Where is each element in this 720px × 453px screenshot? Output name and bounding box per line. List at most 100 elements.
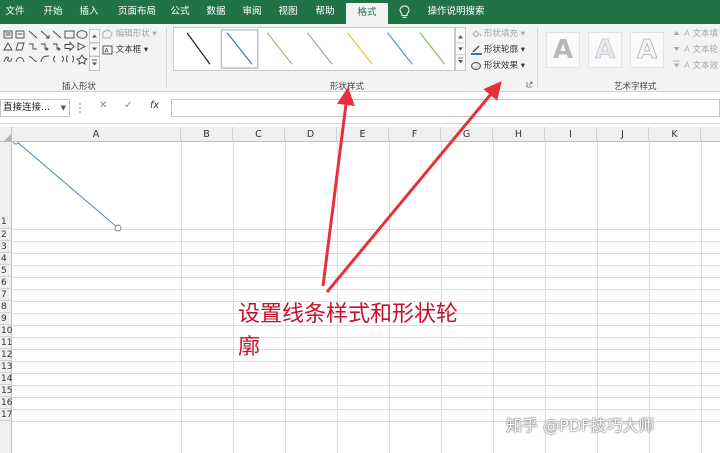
- row-header-3[interactable]: 3: [0, 241, 12, 253]
- row-header-6[interactable]: 6: [0, 277, 12, 289]
- enter-icon[interactable]: ✓: [124, 100, 132, 111]
- text-box-icon: A: [102, 45, 113, 54]
- column-header-overflow[interactable]: [701, 127, 720, 142]
- chevron-down-icon[interactable]: ▼: [61, 100, 66, 116]
- line-style-green: [419, 32, 446, 65]
- column-header-c[interactable]: C: [233, 127, 285, 142]
- paint-bucket-icon: [472, 29, 482, 38]
- connector-line-shape: [16, 142, 119, 229]
- row-header-7[interactable]: 7: [0, 289, 12, 301]
- tab-review[interactable]: 审阅: [236, 0, 268, 24]
- line-style-gallery[interactable]: [173, 27, 455, 71]
- column-header-g[interactable]: G: [441, 127, 493, 142]
- wordart-group-label: 艺术字样式: [614, 82, 657, 92]
- insert-function-button[interactable]: fx: [150, 100, 159, 111]
- tab-page-layout[interactable]: 页面布局: [112, 0, 162, 24]
- row-header-16[interactable]: 16: [0, 397, 12, 409]
- column-header-f[interactable]: F: [389, 127, 441, 142]
- column-header-a[interactable]: A: [12, 127, 181, 142]
- tab-view[interactable]: 视图: [272, 0, 304, 24]
- row-header-10[interactable]: 10: [0, 325, 12, 337]
- annotation-text: 设置线条样式和形状轮 廓: [238, 298, 528, 364]
- line-style-black: [186, 32, 211, 65]
- gallery-scroll-buttons[interactable]: [455, 27, 466, 71]
- ribbon-tab-bar: 文件 开始 插入 页面布局 公式 数据 审阅 视图 帮助 格式 操作说明搜索: [0, 0, 720, 24]
- insert-shapes-group-label: 插入形状: [62, 82, 97, 92]
- row-header-9[interactable]: 9: [0, 313, 12, 325]
- group-divider: [537, 28, 538, 88]
- wordart-style-outline[interactable]: A: [588, 32, 622, 68]
- row-header-1[interactable]: 1: [0, 142, 12, 229]
- row-header-17[interactable]: 17: [0, 409, 12, 421]
- edit-shape-icon: [102, 28, 113, 38]
- name-box-value: 直接连接...: [3, 102, 51, 113]
- row-header-15[interactable]: 15: [0, 385, 12, 397]
- formula-bar: 直接连接... ▼ ✕ ✓ fx: [0, 92, 720, 124]
- select-all-triangle-icon: [4, 134, 11, 141]
- shapes-gallery[interactable]: [2, 28, 100, 76]
- tab-formulas[interactable]: 公式: [164, 0, 196, 24]
- shape-fill-label: 形状填充: [484, 29, 519, 39]
- tab-file[interactable]: 文件: [0, 0, 30, 24]
- column-header-i[interactable]: I: [545, 127, 597, 142]
- column-header-j[interactable]: J: [597, 127, 649, 142]
- wordart-style-gray[interactable]: A: [546, 32, 580, 68]
- tab-data[interactable]: 数据: [200, 0, 232, 24]
- row-header-12[interactable]: 12: [0, 349, 12, 361]
- tab-home[interactable]: 开始: [36, 0, 70, 24]
- pen-outline-icon: [471, 45, 482, 55]
- worksheet-grid: A B C D E F G H I J K 1 2 3 4 5 6 7 8 9 …: [0, 124, 720, 453]
- column-header-h[interactable]: H: [493, 127, 545, 142]
- line-style-gray: [306, 32, 333, 65]
- drag-handle-icon[interactable]: [78, 101, 82, 115]
- tab-format[interactable]: 格式: [346, 3, 388, 24]
- row-header-2[interactable]: 2: [0, 229, 12, 241]
- tab-help[interactable]: 帮助: [308, 0, 342, 24]
- shape-outline-button[interactable]: 形状轮廓 ▾: [471, 43, 525, 57]
- name-box[interactable]: 直接连接... ▼: [0, 99, 70, 117]
- shape-effects-icon: [471, 61, 481, 70]
- edit-shape-label: 编辑形状: [115, 29, 150, 39]
- cancel-icon[interactable]: ✕: [99, 100, 107, 111]
- dialog-launcher-icon[interactable]: [526, 81, 533, 88]
- row-header-4[interactable]: 4: [0, 253, 12, 265]
- text-effects-label: 文本效: [692, 61, 719, 71]
- shape-effects-button[interactable]: 形状效果 ▾: [471, 59, 525, 73]
- text-fill-label: 文本填: [692, 29, 719, 39]
- row-header-8[interactable]: 8: [0, 301, 12, 313]
- line-style-gold: [346, 32, 373, 65]
- row-header-14[interactable]: 14: [0, 373, 12, 385]
- text-outline-label: 文本轮: [692, 45, 719, 55]
- shape-effects-label: 形状效果: [484, 61, 519, 71]
- shape-outline-label: 形状轮廓: [484, 45, 519, 55]
- text-effects-button[interactable]: A 文本效: [684, 59, 718, 73]
- watermark: 知乎 @PDF技巧大师: [506, 416, 655, 435]
- column-header-b[interactable]: B: [181, 127, 233, 142]
- tell-me-search[interactable]: 操作说明搜索: [416, 0, 496, 24]
- text-outline-button[interactable]: A 文本轮: [684, 43, 718, 57]
- ribbon-format: 编辑形状 ▾ A 文本框 ▾ 插入形状 形状填充 ▾ 形状轮廓 ▾ 形状效果 ▾…: [0, 24, 720, 92]
- shape-fill-button[interactable]: 形状填充 ▾: [471, 27, 525, 41]
- row-header-11[interactable]: 11: [0, 337, 12, 349]
- wordart-scroll-buttons[interactable]: [672, 27, 681, 71]
- formula-input[interactable]: [171, 99, 720, 117]
- tab-insert[interactable]: 插入: [72, 0, 106, 24]
- wordart-style-light[interactable]: A: [630, 32, 664, 68]
- lightbulb-icon: [399, 5, 410, 18]
- row-header-5[interactable]: 5: [0, 265, 12, 277]
- text-box-label: 文本框: [115, 45, 142, 55]
- line-start-handle: [12, 142, 20, 145]
- annotation-line-1: 设置线条样式和形状轮: [238, 302, 459, 327]
- line-style-tan: [266, 32, 293, 65]
- text-fill-button[interactable]: A 文本填: [684, 27, 718, 41]
- column-header-k[interactable]: K: [649, 127, 701, 142]
- column-header-e[interactable]: E: [337, 127, 389, 142]
- wordart-gallery[interactable]: A A A: [544, 28, 670, 72]
- row-header-13[interactable]: 13: [0, 361, 12, 373]
- row-header-overflow[interactable]: [0, 421, 12, 453]
- column-header-d[interactable]: D: [285, 127, 337, 142]
- svg-text:A: A: [105, 47, 110, 54]
- annotation-line-2: 廓: [238, 335, 261, 360]
- edit-shape-button[interactable]: 编辑形状 ▾: [102, 27, 157, 41]
- text-box-button[interactable]: A 文本框 ▾: [102, 43, 148, 57]
